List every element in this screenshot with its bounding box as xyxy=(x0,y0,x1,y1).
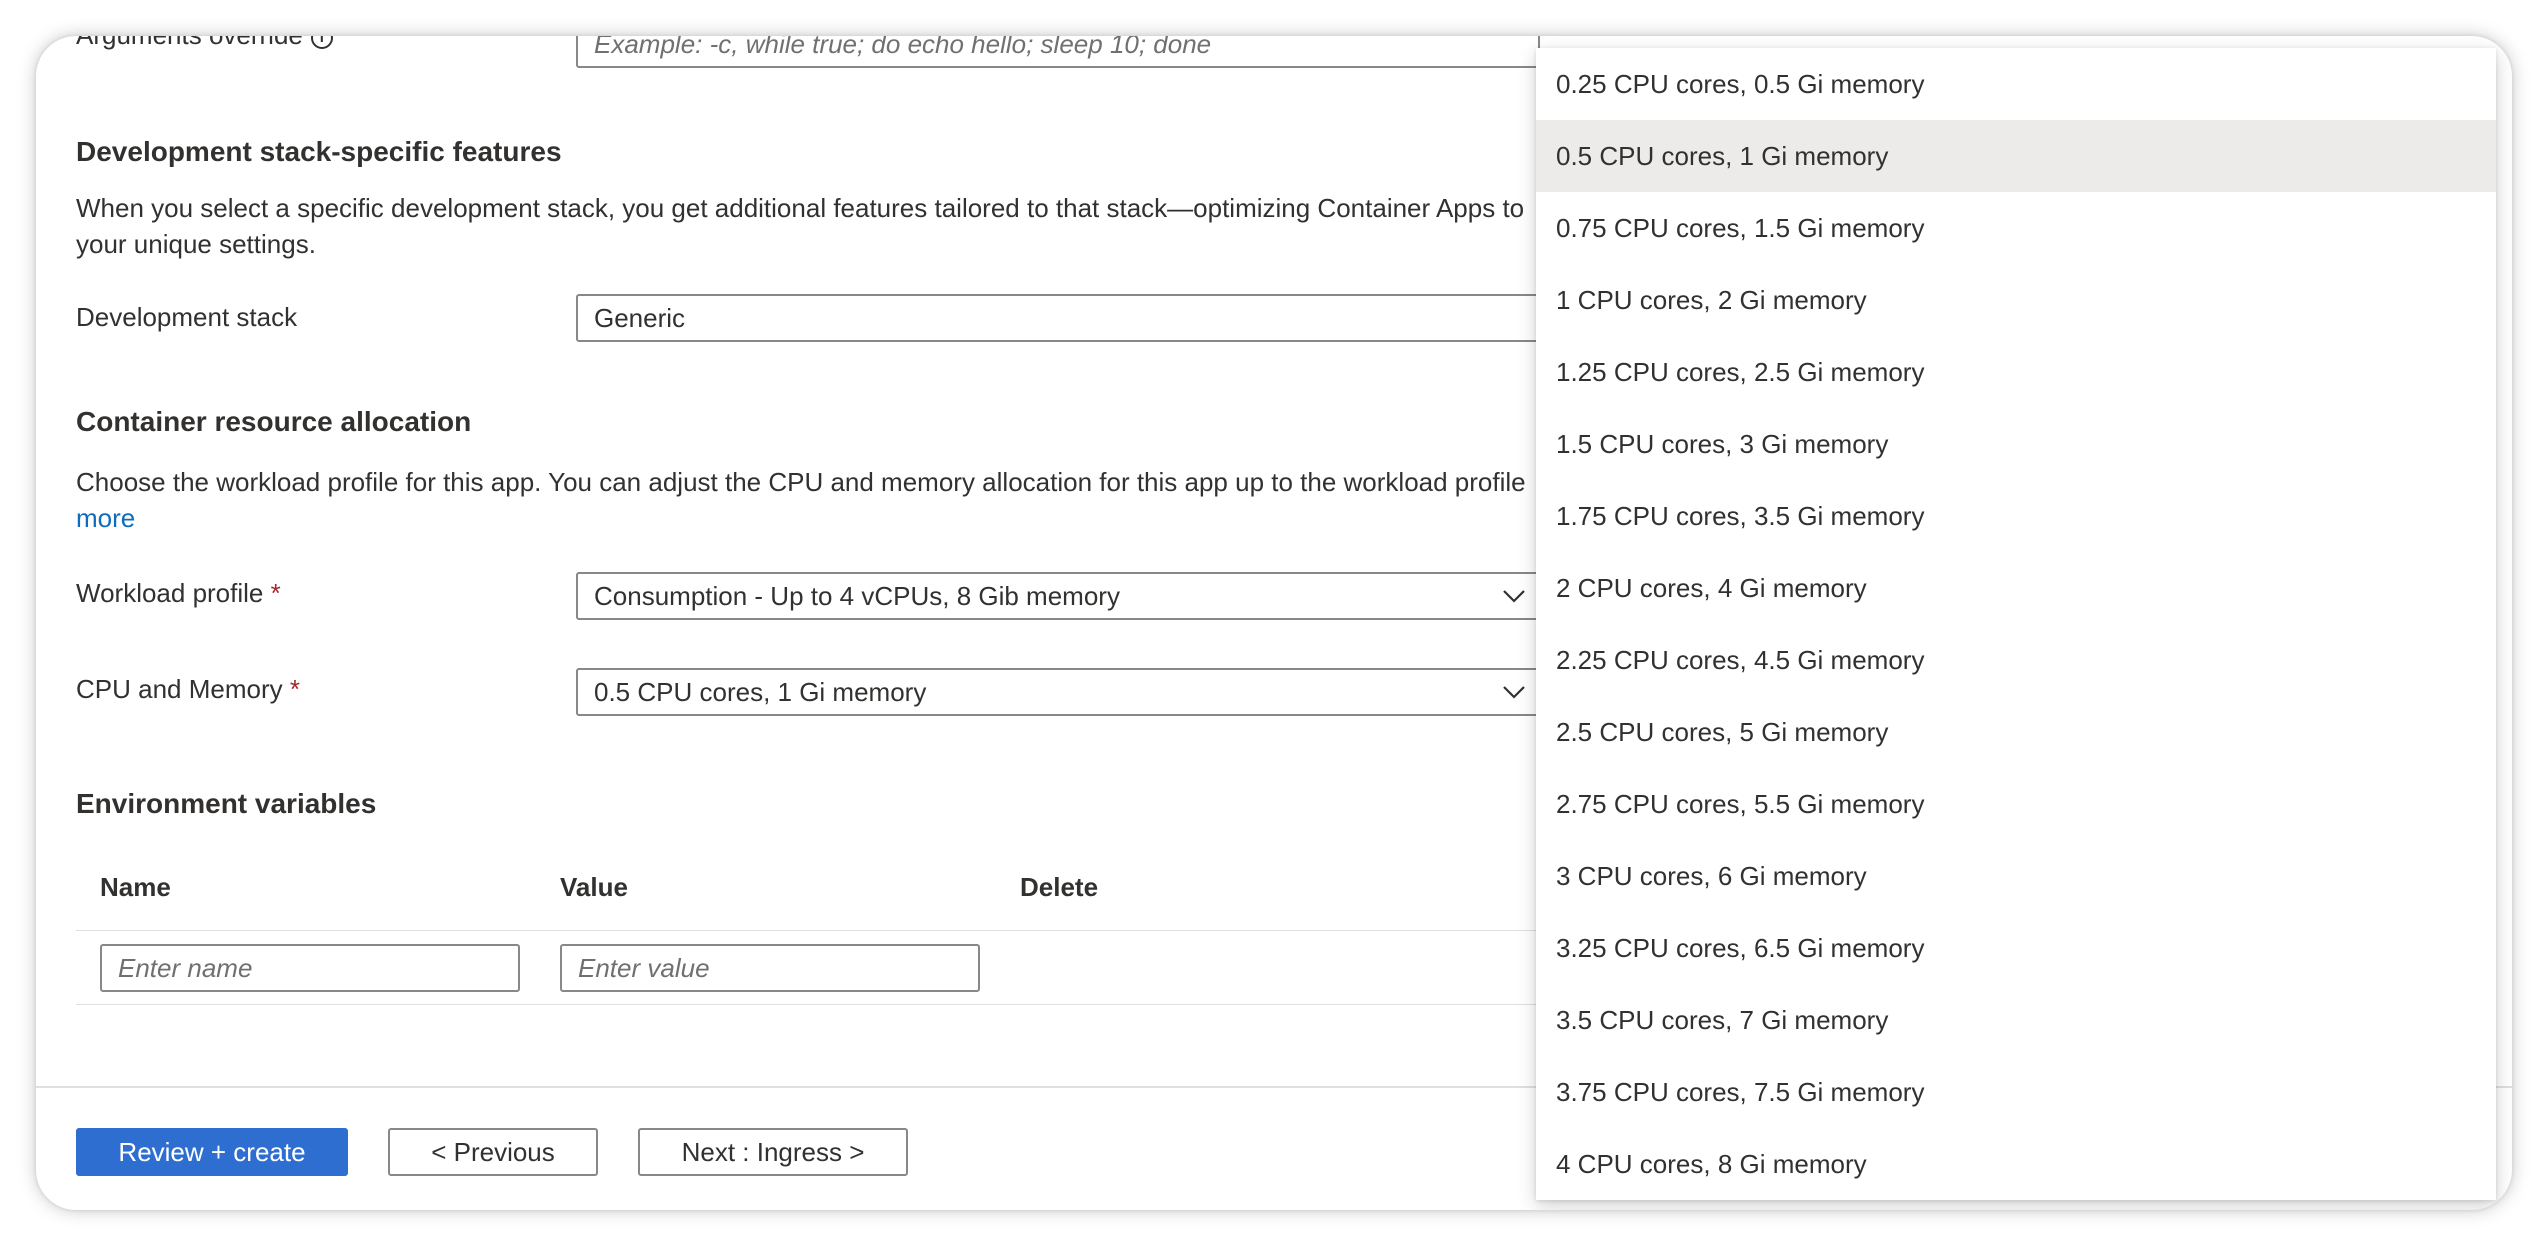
cpu-memory-label: CPU and Memory * xyxy=(76,674,300,705)
arguments-override-label: Arguments override i xyxy=(76,36,333,51)
required-marker: * xyxy=(289,674,300,704)
learn-more-link[interactable]: more xyxy=(76,500,135,536)
previous-button[interactable]: < Previous xyxy=(388,1128,598,1176)
cpu-memory-label-text: CPU and Memory xyxy=(76,674,283,704)
resource-allocation-heading: Container resource allocation xyxy=(76,406,472,437)
arguments-override-label-text: Arguments override xyxy=(76,36,303,50)
dev-stack-description-line1: When you select a specific development s… xyxy=(76,193,1525,223)
env-name-input[interactable]: Enter name xyxy=(100,944,520,992)
dev-stack-label: Development stack xyxy=(76,302,298,332)
dropdown-option[interactable]: 1.75 CPU cores, 3.5 Gi memory xyxy=(1536,480,2496,552)
info-icon[interactable]: i xyxy=(310,36,333,49)
cpu-memory-dropdown-list: 0.25 CPU cores, 0.5 Gi memory 0.5 CPU cor… xyxy=(1536,48,2496,1200)
dropdown-option[interactable]: 1.5 CPU cores, 3 Gi memory xyxy=(1536,408,2496,480)
dropdown-option[interactable]: 0.75 CPU cores, 1.5 Gi memory xyxy=(1536,192,2496,264)
dropdown-option[interactable]: 2.5 CPU cores, 5 Gi memory xyxy=(1536,696,2496,768)
arguments-override-input[interactable]: Example: -c, while true; do echo hello; … xyxy=(576,36,1540,68)
env-vars-heading: Environment variables xyxy=(76,788,377,819)
column-header-value: Value xyxy=(560,872,628,902)
workload-profile-value: Consumption - Up to 4 vCPUs, 8 Gib memor… xyxy=(594,581,1120,611)
dev-stack-heading: Development stack-specific features xyxy=(76,136,562,167)
cpu-memory-select[interactable]: 0.5 CPU cores, 1 Gi memory xyxy=(576,668,1540,716)
dropdown-option[interactable]: 2.75 CPU cores, 5.5 Gi memory xyxy=(1536,768,2496,840)
dropdown-option[interactable]: 4 CPU cores, 8 Gi memory xyxy=(1536,1128,2496,1200)
dropdown-option[interactable]: 1 CPU cores, 2 Gi memory xyxy=(1536,264,2496,336)
dropdown-option[interactable]: 0.5 CPU cores, 1 Gi memory xyxy=(1536,120,2496,192)
next-ingress-button[interactable]: Next : Ingress > xyxy=(638,1128,908,1176)
dropdown-option[interactable]: 2.25 CPU cores, 4.5 Gi memory xyxy=(1536,624,2496,696)
table-divider xyxy=(76,930,1540,931)
env-value-input[interactable]: Enter value xyxy=(560,944,980,992)
dev-stack-description-line2: your unique settings. xyxy=(76,229,316,259)
dropdown-option[interactable]: 0.25 CPU cores, 0.5 Gi memory xyxy=(1536,48,2496,120)
dev-stack-select[interactable]: Generic xyxy=(576,294,1540,342)
column-header-name: Name xyxy=(100,872,171,902)
dropdown-option[interactable]: 3 CPU cores, 6 Gi memory xyxy=(1536,840,2496,912)
workload-profile-select[interactable]: Consumption - Up to 4 vCPUs, 8 Gib memor… xyxy=(576,572,1540,620)
dropdown-option[interactable]: 1.25 CPU cores, 2.5 Gi memory xyxy=(1536,336,2496,408)
workload-profile-label-text: Workload profile xyxy=(76,578,264,608)
resource-allocation-description: Choose the workload profile for this app… xyxy=(76,467,1526,497)
column-header-delete: Delete xyxy=(1020,872,1099,902)
chevron-down-icon xyxy=(1503,590,1525,603)
dropdown-option[interactable]: 3.25 CPU cores, 6.5 Gi memory xyxy=(1536,912,2496,984)
dropdown-option[interactable]: 2 CPU cores, 4 Gi memory xyxy=(1536,552,2496,624)
review-create-button[interactable]: Review + create xyxy=(76,1128,348,1176)
dropdown-option[interactable]: 3.5 CPU cores, 7 Gi memory xyxy=(1536,984,2496,1056)
create-container-app-window: Arguments override i Example: -c, while t… xyxy=(36,36,2512,1210)
cpu-memory-value: 0.5 CPU cores, 1 Gi memory xyxy=(594,677,927,707)
table-divider xyxy=(76,1004,1540,1005)
dropdown-option[interactable]: 3.75 CPU cores, 7.5 Gi memory xyxy=(1536,1056,2496,1128)
workload-profile-label: Workload profile * xyxy=(76,578,281,609)
required-marker: * xyxy=(270,578,281,608)
chevron-down-icon xyxy=(1503,686,1525,699)
